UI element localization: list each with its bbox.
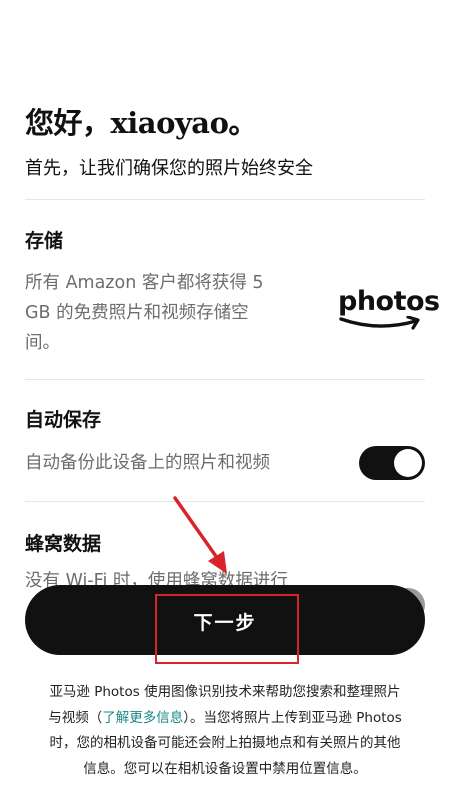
privacy-notice-text: ）。当您将照片上传到亚马逊 Photos — [183, 709, 402, 726]
auto-save-toggle[interactable] — [359, 446, 425, 480]
learn-more-link[interactable]: 了解更多信息 — [102, 710, 183, 726]
onboarding-screen: 您好，xiaoyao。 首先，让我们确保您的照片始终安全 存储 所有 Amazo… — [0, 0, 450, 799]
cellular-data-title: 蜂窝数据 — [25, 533, 102, 555]
divider — [25, 501, 425, 502]
greeting-subtitle: 首先，让我们确保您的照片始终安全 — [25, 158, 313, 179]
next-button[interactable]: 下一步 — [25, 585, 425, 655]
storage-description: 所有 Amazon 客户都将获得 5 GB 的免费照片和视频存储空 间。 — [25, 268, 264, 358]
storage-title: 存储 — [25, 230, 64, 252]
privacy-notice-line: 时，您的相机设备可能还会附上拍摄地点和有关照片的其他 — [49, 735, 401, 751]
privacy-notice: 亚马逊 Photos 使用图像识别技术来帮助您搜索和整理照片 与视频（了解更多信… — [20, 680, 430, 782]
auto-save-description-line: 自动备份此设备上的照片和视频 — [25, 453, 270, 473]
photos-logo-text: photos — [338, 286, 440, 317]
privacy-notice-line: 亚马逊 Photos 使用图像识别技术来帮助您搜索和整理照片 — [49, 684, 401, 700]
auto-save-description: 自动备份此设备上的照片和视频 — [25, 448, 270, 478]
next-button-label: 下一步 — [193, 613, 257, 634]
divider — [25, 199, 425, 200]
storage-description-line: 间。 — [25, 333, 60, 353]
divider — [25, 379, 425, 380]
privacy-notice-text: 与视频（ — [48, 709, 103, 726]
privacy-notice-line: 与视频（了解更多信息）。当您将照片上传到亚马逊 Photos — [20, 706, 430, 732]
storage-description-line: 所有 Amazon 客户都将获得 5 — [25, 273, 264, 293]
greeting-title: 您好，xiaoyao。 — [25, 106, 257, 140]
auto-save-title: 自动保存 — [25, 409, 102, 431]
storage-description-line: GB 的免费照片和视频存储空 — [25, 303, 249, 323]
amazon-photos-logo: photos — [338, 286, 440, 340]
toggle-knob — [394, 449, 422, 477]
privacy-notice-line: 信息。您可以在相机设备设置中禁用位置信息。 — [83, 760, 367, 777]
amazon-smile-arrow-icon — [339, 316, 420, 330]
